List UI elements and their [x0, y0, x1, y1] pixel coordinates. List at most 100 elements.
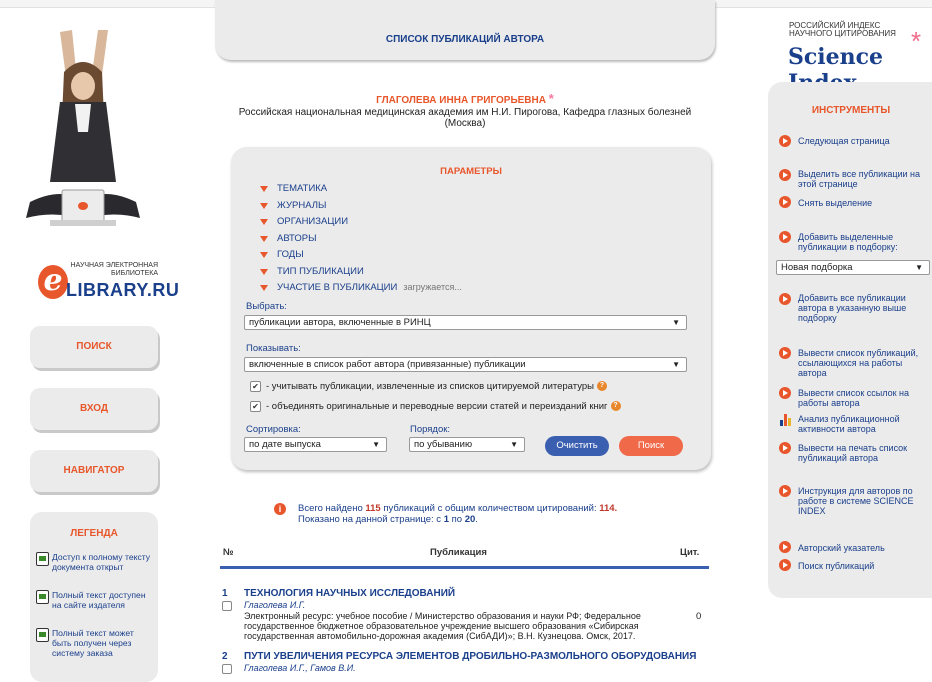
order-value: по убыванию: [414, 439, 473, 450]
expand-triangle-icon[interactable]: [260, 203, 268, 209]
loading-text: загружается...: [403, 282, 462, 292]
help-icon[interactable]: ?: [610, 401, 621, 412]
results-summary: Всего найдено 115 публикаций с общим кол…: [298, 503, 618, 525]
expand-triangle-icon[interactable]: [260, 186, 268, 192]
legend-item-open-access: Доступ к полному тексту документа открыт: [52, 552, 151, 572]
tools-panel: [768, 82, 932, 598]
arrow-right-icon: [779, 347, 791, 359]
expand-triangle-icon[interactable]: [260, 236, 268, 242]
elibrary-subtitle: НАУЧНАЯ ЭЛЕКТРОННАЯ БИБЛИОТЕКА: [70, 262, 158, 277]
row-number: 1: [222, 588, 228, 599]
refs-list-link[interactable]: Вывести список ссылок на работы автора: [798, 388, 928, 408]
filter-topic[interactable]: ТЕМАТИКА: [277, 183, 327, 194]
full-text-open-icon: [36, 552, 49, 566]
column-header-citations: Цит.: [680, 547, 700, 558]
column-header-publication: Публикация: [430, 547, 487, 558]
help-icon[interactable]: ?: [596, 381, 607, 392]
expand-triangle-icon[interactable]: [260, 285, 268, 291]
dropdown-arrow-icon: ▼: [672, 318, 680, 327]
show-value: включенные в список работ автора (привяз…: [249, 359, 526, 370]
author-star-icon: *: [548, 91, 554, 106]
publication-authors[interactable]: Глаголева И.Г., Гамов В.И.: [244, 663, 356, 673]
sort-value: по дате выпуска: [249, 439, 321, 450]
author-name-text[interactable]: ГЛАГОЛЕВА ИННА ГРИГОРЬЕВНА: [376, 95, 546, 106]
print-list-link[interactable]: Вывести на печать список публикаций авто…: [798, 443, 928, 463]
parameters-title: ПАРАМЕТРЫ: [440, 166, 502, 177]
filter-participation[interactable]: УЧАСТИЕ В ПУБЛИКАЦИИ загружается...: [277, 282, 462, 293]
expand-triangle-icon[interactable]: [260, 252, 268, 258]
elibrary-logo-icon[interactable]: e: [38, 265, 68, 299]
arrow-right-icon: [779, 293, 791, 305]
add-selected-link[interactable]: Добавить выделенные публикации в подборк…: [798, 232, 928, 252]
arrow-right-icon: [779, 169, 791, 181]
filter-pub-type[interactable]: ТИП ПУБЛИКАЦИИ: [277, 266, 364, 277]
publication-description: Электронный ресурс: учебное пособие / Ми…: [244, 611, 641, 641]
expand-triangle-icon[interactable]: [260, 269, 268, 275]
legend-item-order: Полный текст может быть получен через си…: [52, 628, 134, 658]
publication-citations: 0: [696, 611, 702, 622]
row-select-checkbox[interactable]: [222, 601, 232, 611]
author-affiliation[interactable]: Российская национальная медицинская акад…: [220, 107, 710, 129]
add-all-link[interactable]: Добавить все публикации автора в указанн…: [798, 293, 928, 323]
range-to-word: по: [451, 514, 463, 525]
publication-title[interactable]: ТЕХНОЛОГИЯ НАУЧНЫХ ИССЛЕДОВАНИЙ: [244, 588, 455, 599]
show-label: Показывать:: [246, 343, 301, 354]
total-citations: 114.: [599, 503, 618, 514]
row-select-checkbox[interactable]: [222, 664, 232, 674]
search-nav-button[interactable]: ПОИСК: [30, 326, 158, 368]
filter-organizations[interactable]: ОРГАНИЗАЦИИ: [277, 216, 348, 227]
author-index-link[interactable]: Авторский указатель: [798, 543, 928, 553]
citing-list-link[interactable]: Вывести список публикаций, ссылающихся н…: [798, 348, 928, 378]
header-panel: [215, 0, 715, 60]
arrow-right-icon: [779, 135, 791, 147]
filter-years[interactable]: ГОДЫ: [277, 249, 304, 260]
next-page-link[interactable]: Следующая страница: [798, 136, 928, 146]
arrow-right-icon: [779, 559, 791, 571]
order-system-icon: [36, 628, 49, 642]
elibrary-logo-text[interactable]: LIBRARY.RU: [66, 280, 179, 301]
science-index-line2: НАУЧНОГО ЦИТИРОВАНИЯ: [789, 29, 896, 38]
select-label: Выбрать:: [246, 301, 287, 312]
merge-versions-checkbox[interactable]: ✔: [250, 401, 261, 412]
dropdown-arrow-icon: ▼: [510, 440, 518, 449]
collection-dropdown[interactable]: Новая подборка ▼: [776, 260, 930, 275]
author-name[interactable]: ГЛАГОЛЕВА ИННА ГРИГОРЬЕВНА *: [215, 91, 715, 106]
select-all-link[interactable]: Выделить все публикации на этой странице: [798, 169, 928, 189]
dropdown-arrow-icon: ▼: [915, 263, 923, 272]
deselect-link[interactable]: Снять выделение: [798, 198, 928, 208]
include-citations-label: - учитывать публикации, извлеченные из с…: [266, 381, 607, 392]
order-dropdown[interactable]: по убыванию ▼: [409, 437, 525, 452]
dropdown-arrow-icon: ▼: [372, 440, 380, 449]
login-nav-button[interactable]: ВХОД: [30, 388, 158, 430]
show-dropdown[interactable]: включенные в список работ автора (привяз…: [244, 357, 687, 372]
select-publications-dropdown[interactable]: публикации автора, включенные в РИНЦ ▼: [244, 315, 687, 330]
navigator-nav-button[interactable]: НАВИГАТОР: [30, 450, 158, 492]
publisher-site-icon: [36, 590, 49, 604]
activity-chart-icon: [780, 414, 792, 426]
arrow-right-icon: [779, 485, 791, 497]
search-button[interactable]: Поиск: [619, 436, 683, 456]
collection-value: Новая подборка: [781, 262, 853, 273]
expand-triangle-icon[interactable]: [260, 219, 268, 225]
publication-search-link[interactable]: Поиск публикаций: [798, 561, 928, 571]
include-citations-text: - учитывать публикации, извлеченные из с…: [266, 381, 594, 392]
parameters-panel: [231, 147, 711, 470]
include-citations-checkbox[interactable]: ✔: [250, 381, 261, 392]
row-number: 2: [222, 651, 228, 662]
woman-with-laptop-illustration: [20, 22, 146, 244]
range-to: 20: [464, 514, 476, 525]
publication-authors[interactable]: Глаголева И.Г.: [244, 600, 305, 610]
clear-button[interactable]: Очистить: [545, 436, 609, 456]
science-index-star-icon: *: [911, 26, 922, 56]
filter-participation-label[interactable]: УЧАСТИЕ В ПУБЛИКАЦИИ: [277, 282, 397, 293]
filter-journals[interactable]: ЖУРНАЛЫ: [277, 200, 326, 211]
publication-title[interactable]: ПУТИ УВЕЛИЧЕНИЯ РЕСУРСА ЭЛЕМЕНТОВ ДРОБИЛ…: [244, 651, 696, 662]
tools-title: ИНСТРУМЕНТЫ: [811, 105, 891, 116]
column-header-number: №: [223, 547, 234, 558]
filter-authors[interactable]: АВТОРЫ: [277, 233, 317, 244]
activity-analysis-link[interactable]: Анализ публикационной активности автора: [798, 414, 928, 434]
sort-dropdown[interactable]: по дате выпуска ▼: [244, 437, 387, 452]
total-count: 115: [365, 503, 381, 514]
instruction-link[interactable]: Инструкция для авторов по работе в систе…: [798, 486, 928, 516]
range-from: 1: [443, 514, 449, 525]
